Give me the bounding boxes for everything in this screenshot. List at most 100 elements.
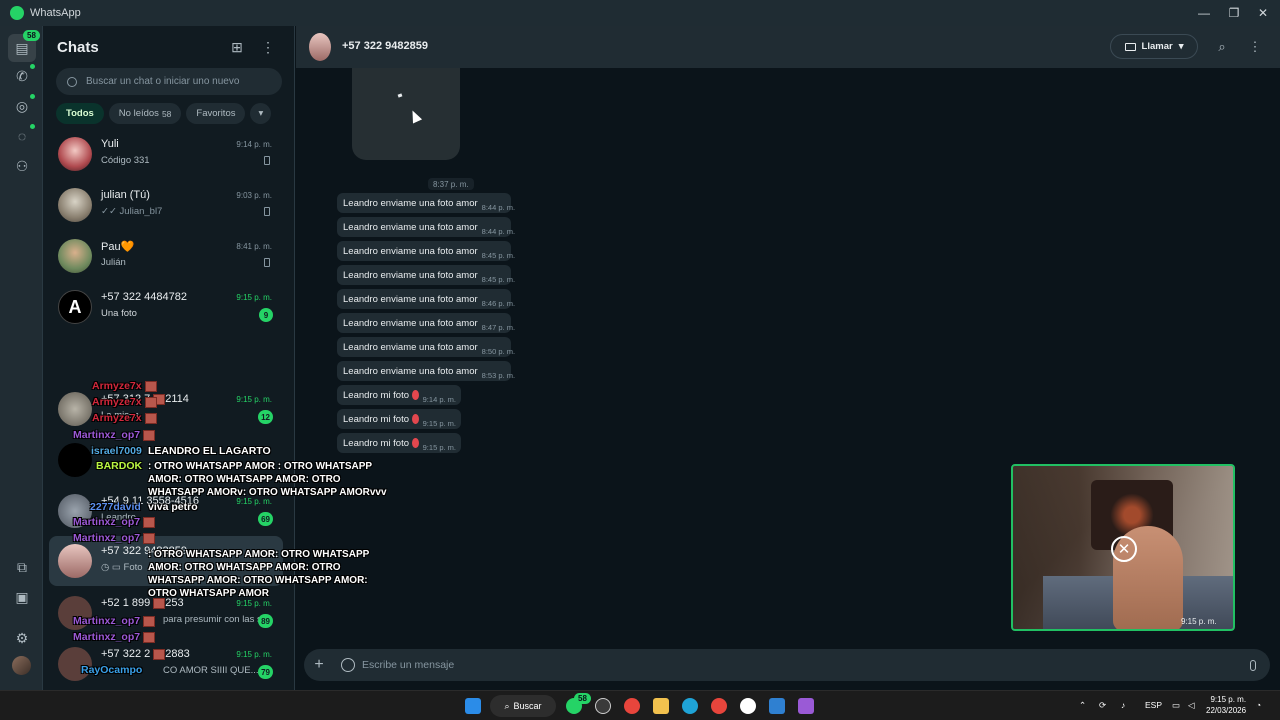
message-time: 8:44 p. m. — [481, 226, 516, 236]
chat-name-tail: 2883 — [165, 648, 190, 660]
notification-bell-icon[interactable]: ◔ — [1256, 700, 1261, 710]
avatar — [58, 188, 92, 222]
chevron-up-icon[interactable]: ⌃ — [1079, 700, 1086, 711]
chat-item[interactable]: +57 312 7 2114 La missa 9:15 p. m. 12 — [43, 384, 288, 434]
message-text: Leandro enviame una foto amor — [343, 245, 478, 257]
communities-icon[interactable]: ⚇ — [11, 155, 33, 177]
menu-dots-icon[interactable]: ⋮ — [259, 38, 277, 56]
title-bar: WhatsApp — [0, 0, 1280, 26]
chrome-icon[interactable] — [624, 698, 640, 714]
filter-all[interactable]: Todos — [56, 103, 104, 124]
clock-icon: ◷ ▭ — [101, 562, 124, 573]
settings-gear-icon[interactable]: ⚙ — [11, 627, 33, 649]
message-bubble[interactable]: Leandro enviame una foto amor 8:47 p. m. — [337, 313, 515, 333]
emote-icon — [143, 532, 156, 544]
message-text: Leandro enviame una foto amor — [343, 293, 478, 305]
message-bubble[interactable]: Leandro enviame una foto amor 8:44 p. m. — [337, 217, 515, 237]
message-bubble[interactable]: Leandro enviame una foto amor 8:50 p. m. — [337, 337, 515, 357]
message-bubble[interactable]: Leandro mi foto 9:15 p. m. — [337, 409, 461, 429]
close-window-icon[interactable]: ✕ — [1246, 0, 1280, 26]
close-icon[interactable]: ✕ — [1111, 536, 1137, 562]
new-chat-icon[interactable]: ⊞ — [228, 38, 246, 56]
message-bubble[interactable]: Leandro mi foto 9:14 p. m. — [337, 385, 461, 405]
copilot-icon[interactable] — [798, 698, 814, 714]
chat-item[interactable]: Yuli Código 331 9:14 p. m. — [43, 129, 288, 179]
clock-date: 22/03/2026 — [1206, 706, 1247, 715]
whatsapp-taskbar-badge: 58 — [574, 693, 591, 704]
chat-item[interactable]: Pau🧡 Julián 8:41 p. m. — [43, 231, 288, 281]
volume-icon[interactable]: ◁ — [1188, 700, 1195, 711]
message-input[interactable] — [362, 659, 1250, 671]
contact-avatar[interactable] — [309, 33, 331, 61]
overlay-username: RayOcampo — [81, 664, 142, 676]
search-bar[interactable] — [56, 68, 282, 95]
search-input[interactable] — [86, 76, 266, 87]
search-icon[interactable]: ⌕ — [1213, 38, 1231, 56]
unread-badge: 89 — [258, 614, 273, 628]
emote-icon — [144, 380, 157, 392]
message-time: 9:14 p. m. — [422, 394, 456, 404]
app-icon[interactable] — [595, 698, 611, 714]
channels-dot — [30, 124, 35, 129]
media-icon[interactable]: ⧉ — [11, 556, 33, 578]
chat-item[interactable]: julian (Tú) ✓✓ Julian_bl7 9:03 p. m. — [43, 180, 288, 230]
menu-dots-icon[interactable]: ⋮ — [1246, 38, 1264, 56]
chrome-icon[interactable] — [711, 698, 727, 714]
overlay-username: Armyze7x — [92, 412, 157, 424]
message-bubble[interactable]: Leandro enviame una foto amor 8:46 p. m. — [337, 289, 515, 309]
call-button[interactable]: Llamar ▾ — [1110, 34, 1198, 59]
avatar — [58, 443, 92, 477]
message-text: Leandro enviame una foto amor — [343, 317, 478, 329]
chat-time: 9:15 p. m. — [236, 650, 272, 659]
status-icon[interactable]: ◎ — [11, 95, 33, 117]
windows-start-icon[interactable] — [465, 698, 481, 714]
overlay-username-text: Armyze7x — [92, 396, 142, 408]
message-bubble[interactable]: Leandro mi foto 9:15 p. m. — [337, 433, 461, 453]
chevron-down-icon: ▾ — [1178, 41, 1184, 52]
filter-more-dropdown[interactable]: ▾ — [250, 103, 272, 124]
message-bubble[interactable]: Leandro enviame una foto amor 8:44 p. m. — [337, 193, 515, 213]
filter-unread[interactable]: No leídos 58 — [108, 103, 182, 124]
overlay-username: Armyze7x — [92, 396, 157, 408]
file-explorer-icon[interactable] — [653, 698, 669, 714]
calls-icon[interactable]: ✆ — [11, 65, 33, 87]
search-icon: ⌕ — [504, 700, 510, 711]
taskbar-clock[interactable]: 9:15 p. m. 22/03/2026 — [1206, 694, 1246, 716]
chat-time: 9:03 p. m. — [236, 191, 272, 200]
attach-plus-icon[interactable]: + — [304, 656, 334, 674]
taskbar-search[interactable]: ⌕ Buscar — [490, 695, 556, 717]
minimize-icon[interactable]: — — [1187, 0, 1221, 26]
message-text: Leandro enviame una foto amor — [343, 221, 478, 233]
profile-avatar[interactable] — [12, 656, 31, 675]
filter-favorites[interactable]: Favoritos — [186, 103, 246, 124]
sync-icon[interactable]: ⟳ — [1099, 700, 1106, 711]
chevron-down-icon: ▾ — [258, 108, 264, 119]
chat-item[interactable]: +57 322 2 2883 CO AMOR SIIII QUE... 9:15 … — [43, 639, 288, 689]
archive-icon[interactable]: ▣ — [11, 586, 33, 608]
overlay-username-text: Martinxz_op7 — [73, 429, 141, 441]
xbox-icon[interactable] — [740, 698, 756, 714]
media-message[interactable] — [352, 68, 460, 160]
contact-name[interactable]: +57 322 9482859 — [342, 40, 428, 52]
chat-item[interactable]: A +57 322 4484782 Una foto 9:15 p. m. 9 — [43, 282, 288, 332]
message-bubble[interactable]: Leandro enviame una foto amor 8:53 p. m. — [337, 361, 515, 381]
message-bubble[interactable]: Leandro enviame una foto amor 8:45 p. m. — [337, 265, 515, 285]
microphone-icon[interactable]: ♪ — [1121, 700, 1125, 710]
unread-badge: 12 — [258, 410, 273, 424]
call-label: Llamar — [1141, 41, 1173, 52]
language-indicator[interactable]: ESP — [1145, 700, 1162, 710]
message-bubble[interactable]: Leandro enviame una foto amor 8:45 p. m. — [337, 241, 515, 261]
microphone-icon[interactable] — [1250, 659, 1256, 671]
network-icon[interactable]: ▭ — [1172, 700, 1180, 711]
message-time: 8:47 p. m. — [481, 322, 516, 332]
emote-icon — [144, 396, 157, 408]
unread-badge: 69 — [258, 512, 273, 526]
angry-face-icon — [412, 390, 419, 400]
channels-icon[interactable]: ◌ — [11, 125, 33, 147]
emoji-icon[interactable] — [341, 658, 355, 672]
message-time: 8:46 p. m. — [481, 298, 516, 308]
photos-icon[interactable] — [769, 698, 785, 714]
message-text: Leandro enviame una foto amor — [343, 269, 478, 281]
message-text: Leandro enviame una foto amor — [343, 197, 478, 209]
edge-icon[interactable] — [682, 698, 698, 714]
